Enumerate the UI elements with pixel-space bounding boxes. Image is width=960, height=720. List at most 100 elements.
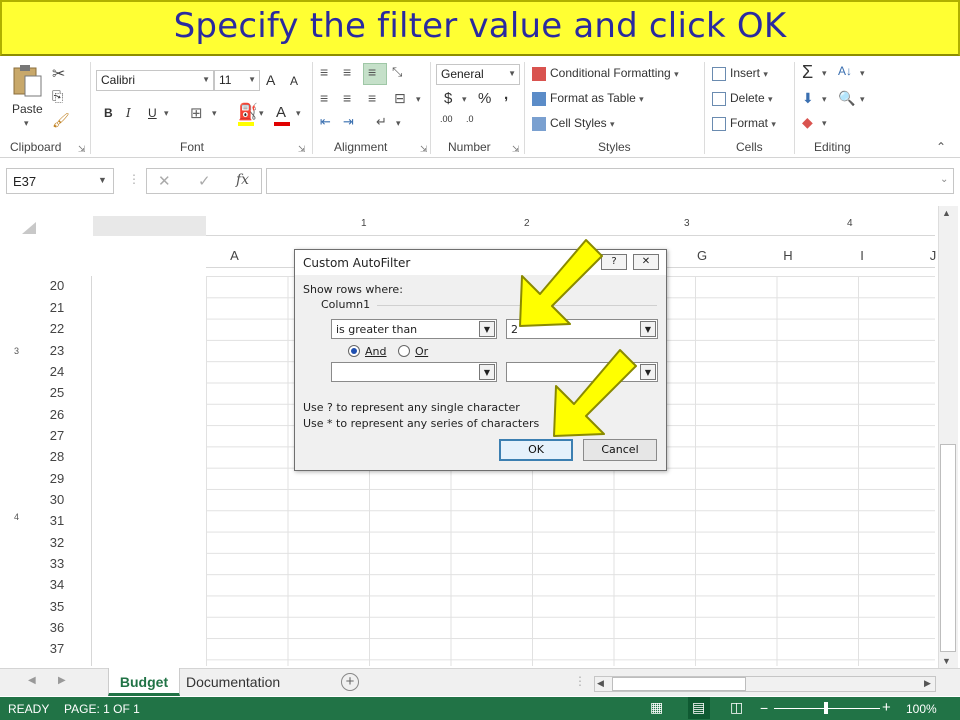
row-header[interactable]: 26 xyxy=(40,407,74,422)
row-header[interactable]: 28 xyxy=(40,449,74,464)
row-header[interactable]: 24 xyxy=(40,364,74,379)
chevron-down-icon[interactable]: ▼ xyxy=(479,321,495,337)
clipboard-launcher-icon[interactable]: ⇲ xyxy=(78,144,86,155)
and-radio[interactable] xyxy=(348,345,360,357)
insert-cells-button[interactable]: Insert ▾ xyxy=(712,66,768,81)
clear-dropdown-icon[interactable]: ▾ xyxy=(822,118,827,129)
row-header[interactable]: 33 xyxy=(40,556,74,571)
orientation-icon[interactable]: ⤡ xyxy=(392,64,402,80)
row-header[interactable]: 29 xyxy=(40,471,74,486)
new-sheet-button[interactable]: + xyxy=(341,673,359,691)
scroll-left-icon[interactable]: ◀ xyxy=(597,678,604,689)
paste-label[interactable]: Paste xyxy=(12,102,43,116)
row-header[interactable]: 35 xyxy=(40,599,74,614)
orientation-dropdown-icon[interactable]: ▾ xyxy=(396,118,401,129)
autosum-dropdown-icon[interactable]: ▾ xyxy=(822,68,827,79)
chevron-down-icon[interactable]: ▼ xyxy=(98,175,107,185)
borders-icon[interactable]: ⊞ xyxy=(190,104,203,122)
chevron-down-icon[interactable]: ▼ xyxy=(479,364,495,380)
row-header[interactable]: 22 xyxy=(40,321,74,336)
cell-styles-button[interactable]: Cell Styles ▾ xyxy=(532,116,615,131)
row-header[interactable]: 34 xyxy=(40,577,74,592)
grow-font-button[interactable]: A xyxy=(266,72,275,88)
value2-combo[interactable]: ▼ xyxy=(506,362,658,382)
paste-button[interactable] xyxy=(10,64,44,101)
scroll-down-icon[interactable]: ▼ xyxy=(942,656,951,666)
paste-dropdown-icon[interactable]: ▾ xyxy=(24,118,29,129)
operator2-select[interactable]: ▼ xyxy=(331,362,497,382)
tab-documentation[interactable]: Documentation xyxy=(186,674,280,690)
number-format-combo[interactable]: General ▼ xyxy=(436,64,520,85)
select-all-corner[interactable] xyxy=(22,222,36,234)
zoom-out-button[interactable]: − xyxy=(760,700,768,716)
decrease-decimal-button[interactable]: .0 xyxy=(466,114,474,124)
zoom-level[interactable]: 100% xyxy=(906,702,937,716)
insert-function-button[interactable]: fx xyxy=(236,172,249,188)
zoom-in-button[interactable]: + xyxy=(882,699,891,716)
or-label[interactable]: Or xyxy=(415,345,428,358)
cancel-button[interactable]: Cancel xyxy=(583,439,657,461)
format-cells-button[interactable]: Format ▾ xyxy=(712,116,776,131)
italic-button[interactable]: I xyxy=(126,106,131,120)
middle-align-icon[interactable]: ≡ xyxy=(343,64,351,80)
expand-formula-bar-icon[interactable]: ⌄ xyxy=(940,174,948,185)
normal-view-icon[interactable]: ▦ xyxy=(650,699,663,716)
fill-color-icon[interactable]: ⛽ xyxy=(238,102,258,122)
top-align-icon[interactable]: ≡ xyxy=(320,64,328,80)
close-button[interactable]: ✕ xyxy=(633,254,659,270)
format-painter-icon[interactable]: 🖌 xyxy=(52,112,70,129)
row-header[interactable]: 31 xyxy=(40,513,74,528)
dialog-title-bar[interactable]: Custom AutoFilter ? ✕ xyxy=(295,250,666,275)
find-dropdown-icon[interactable]: ▾ xyxy=(860,94,865,105)
alignment-launcher-icon[interactable]: ⇲ xyxy=(420,144,428,155)
tab-budget[interactable]: Budget xyxy=(108,668,180,696)
help-button[interactable]: ? xyxy=(601,254,627,270)
merge-center-icon[interactable]: ⊟ xyxy=(394,90,406,107)
chevron-down-icon[interactable]: ▼ xyxy=(640,321,656,337)
underline-button[interactable]: U xyxy=(148,106,157,120)
cut-icon[interactable]: ✂ xyxy=(52,64,65,84)
font-color-button[interactable]: A xyxy=(276,104,286,121)
column-header[interactable]: A xyxy=(206,248,263,263)
sort-dropdown-icon[interactable]: ▾ xyxy=(860,68,865,79)
align-center-icon[interactable]: ≡ xyxy=(343,90,351,106)
row-header[interactable]: 25 xyxy=(40,385,74,400)
row-header[interactable]: 36 xyxy=(40,620,74,635)
row-header[interactable]: 30 xyxy=(40,492,74,507)
page-break-view-icon[interactable]: ◫ xyxy=(730,699,743,716)
collapse-ribbon-icon[interactable]: ⌃ xyxy=(936,140,946,154)
formula-input[interactable] xyxy=(266,168,954,194)
shrink-font-button[interactable]: A xyxy=(290,74,298,88)
increase-indent-icon[interactable]: ⇥ xyxy=(343,114,354,130)
increase-decimal-button[interactable]: .00 xyxy=(440,114,453,124)
column-header[interactable]: H xyxy=(751,248,825,263)
wrap-text-icon[interactable]: ↵ xyxy=(376,114,387,130)
vertical-scroll-thumb[interactable] xyxy=(940,444,956,652)
align-right-icon[interactable]: ≡ xyxy=(368,90,376,106)
autosum-icon[interactable]: Σ xyxy=(802,62,813,83)
scroll-right-icon[interactable]: ▶ xyxy=(924,678,931,689)
row-header[interactable]: 27 xyxy=(40,428,74,443)
and-label[interactable]: And xyxy=(365,345,386,358)
fill-dropdown-icon[interactable]: ▾ xyxy=(259,108,264,119)
operator1-select[interactable]: is greater than ▼ xyxy=(331,319,497,339)
font-launcher-icon[interactable]: ⇲ xyxy=(298,144,306,155)
horizontal-scroll-thumb[interactable] xyxy=(612,677,746,691)
enter-button[interactable]: ✓ xyxy=(198,172,211,190)
currency-button[interactable]: $ xyxy=(444,90,452,107)
number-launcher-icon[interactable]: ⇲ xyxy=(512,144,520,155)
column-header[interactable]: G xyxy=(665,248,739,263)
row-header[interactable]: 23 xyxy=(40,343,74,358)
conditional-formatting-button[interactable]: Conditional Formatting ▾ xyxy=(532,66,679,81)
font-size-combo[interactable]: 11 ▼ xyxy=(214,70,260,91)
fill-down-icon[interactable]: ⬇ xyxy=(802,90,814,107)
column-header[interactable]: I xyxy=(825,248,899,263)
row-header[interactable]: 32 xyxy=(40,535,74,550)
format-as-table-button[interactable]: Format as Table ▾ xyxy=(532,91,644,106)
row-header[interactable]: 21 xyxy=(40,300,74,315)
or-radio[interactable] xyxy=(398,345,410,357)
clear-icon[interactable]: ◆ xyxy=(802,114,813,131)
percent-button[interactable]: % xyxy=(478,90,491,107)
underline-dropdown-icon[interactable]: ▾ xyxy=(164,108,169,119)
find-select-icon[interactable]: 🔍 xyxy=(838,90,855,107)
